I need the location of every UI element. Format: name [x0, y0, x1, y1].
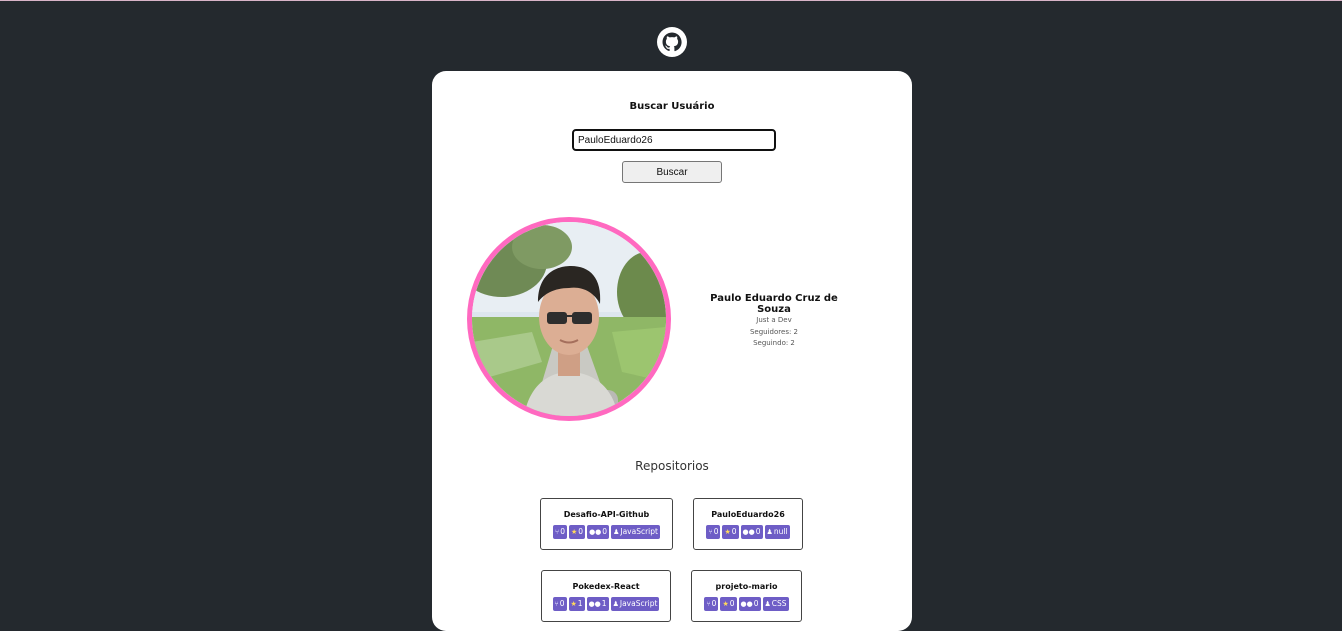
profile-info: Just a Dev Seguidores: 2 Seguindo: 2	[692, 315, 856, 350]
star-icon: ★	[724, 528, 731, 536]
repo-badges: ⑂ 0 ★ 1 ●● 1 ♟ JavaScript	[542, 597, 670, 611]
repo-badges: ⑂ 0 ★ 0 ●● 0 ♟ null	[694, 525, 802, 539]
language-label: JavaScript	[620, 527, 658, 536]
search-title: Buscar Usuário	[629, 101, 715, 112]
profile-following: Seguindo: 2	[753, 339, 795, 347]
language-badge: ♟ CSS	[762, 597, 789, 611]
language-label: JavaScript	[619, 599, 658, 608]
person-icon: ♟	[766, 528, 773, 536]
fork-icon: ⑂	[554, 600, 559, 608]
forks-count: 0	[711, 599, 717, 608]
stars-count: 1	[577, 599, 583, 608]
stars-count: 0	[731, 527, 737, 536]
forks-count: 0	[713, 527, 719, 536]
watchers-count: 0	[602, 527, 608, 536]
stars-count: 0	[578, 527, 584, 536]
fork-icon: ⑂	[706, 600, 711, 608]
fork-icon: ⑂	[555, 528, 560, 536]
person-icon: ♟	[612, 600, 619, 608]
repo-name: projeto-mario	[715, 582, 778, 591]
watchers-count: 0	[755, 527, 761, 536]
forks-count: 0	[559, 599, 565, 608]
person-icon: ♟	[764, 600, 771, 608]
watchers-count: 0	[753, 599, 759, 608]
repos-title: Repositorios	[635, 459, 709, 473]
star-icon: ★	[571, 528, 578, 536]
eyes-icon: ●●	[589, 528, 602, 536]
forks-count: 0	[560, 527, 566, 536]
github-logo-icon	[657, 27, 687, 57]
watchers-badge: ●● 1	[586, 597, 609, 611]
repo-card[interactable]: Desafio-API-Github ⑂ 0 ★ 0 ●● 0 ♟ JavaScript	[540, 498, 673, 550]
repo-card[interactable]: PauloEduardo26 ⑂ 0 ★ 0 ●● 0 ♟ null	[693, 498, 803, 550]
repo-name: PauloEduardo26	[711, 510, 785, 519]
fork-icon: ⑂	[708, 528, 713, 536]
forks-badge: ⑂ 0	[553, 525, 568, 539]
username-search-input[interactable]	[572, 129, 776, 151]
forks-badge: ⑂ 0	[706, 525, 721, 539]
person-icon: ♟	[613, 528, 620, 536]
top-border	[0, 0, 1342, 1]
repo-name: Desafio-API-Github	[563, 510, 650, 519]
profile-bio: Just a Dev	[756, 316, 792, 324]
stars-badge: ★ 0	[722, 525, 739, 539]
repo-card[interactable]: projeto-mario ⑂ 0 ★ 0 ●● 0 ♟ CSS	[691, 570, 802, 622]
language-badge: ♟ null	[764, 525, 790, 539]
language-badge: ♟ JavaScript	[611, 525, 660, 539]
language-badge: ♟ JavaScript	[610, 597, 660, 611]
main-card: Buscar Usuário Buscar Paulo Eduardo Cruz…	[432, 71, 912, 631]
repo-name: Pokedex-React	[572, 582, 640, 591]
language-label: null	[773, 527, 788, 536]
watchers-badge: ●● 0	[740, 525, 763, 539]
eyes-icon: ●●	[742, 528, 755, 536]
profile-name: Paulo Eduardo Cruz de Souza	[710, 293, 838, 315]
profile-followers: Seguidores: 2	[749, 327, 798, 336]
star-icon: ★	[722, 600, 729, 608]
repo-badges: ⑂ 0 ★ 0 ●● 0 ♟ CSS	[692, 597, 801, 611]
star-icon: ★	[570, 600, 577, 608]
search-button[interactable]: Buscar	[622, 161, 722, 183]
eyes-icon: ●●	[588, 600, 601, 608]
forks-badge: ⑂ 0	[704, 597, 719, 611]
language-label: CSS	[771, 599, 787, 608]
stars-badge: ★ 0	[569, 525, 586, 539]
watchers-count: 1	[601, 599, 607, 608]
forks-badge: ⑂ 0	[552, 597, 567, 611]
repo-badges: ⑂ 0 ★ 0 ●● 0 ♟ JavaScript	[541, 525, 672, 539]
eyes-icon: ●●	[740, 600, 753, 608]
watchers-badge: ●● 0	[587, 525, 610, 539]
watchers-badge: ●● 0	[738, 597, 761, 611]
stars-count: 0	[729, 599, 735, 608]
stars-badge: ★ 1	[568, 597, 585, 611]
stars-badge: ★ 0	[720, 597, 737, 611]
avatar	[467, 217, 671, 421]
repo-card[interactable]: Pokedex-React ⑂ 0 ★ 1 ●● 1 ♟ JavaScript	[541, 570, 671, 622]
